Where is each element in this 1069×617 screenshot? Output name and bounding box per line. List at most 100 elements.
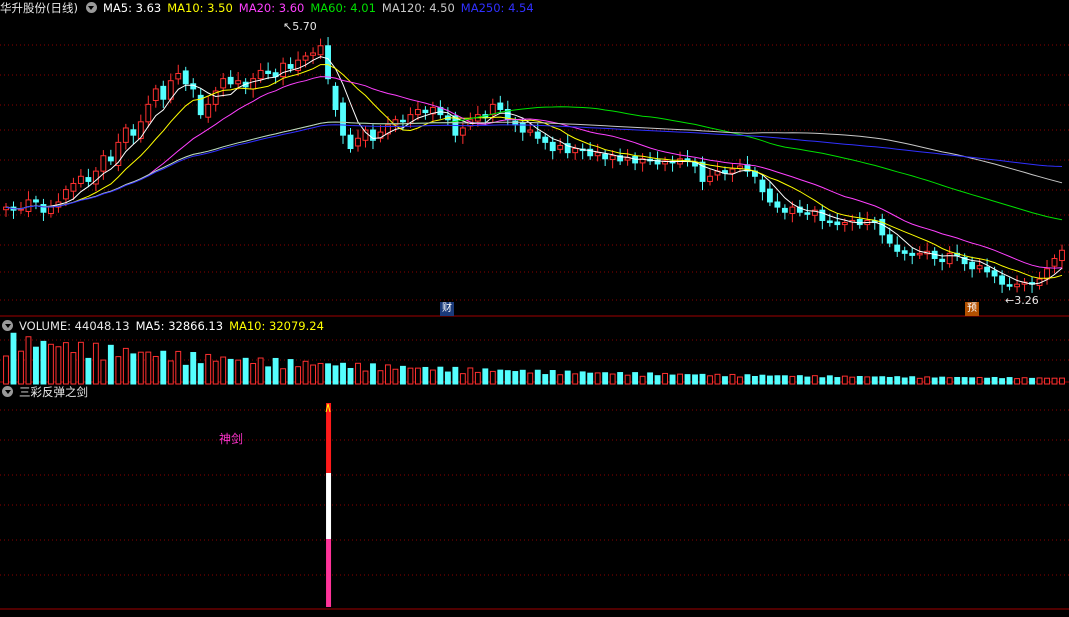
volume-bar	[317, 362, 324, 385]
volume-bar	[10, 332, 17, 385]
volume-bar	[939, 376, 946, 385]
candle-body	[355, 137, 361, 147]
volume-bar	[175, 350, 182, 385]
price-header: 华升股份(日线) MA5: 3.63 MA10: 3.50 MA20: 3.60 MA6…	[0, 0, 540, 16]
candle-body	[984, 266, 991, 273]
ma120-line	[5, 121, 1063, 210]
volume-bar	[774, 375, 781, 385]
volume-bar	[355, 362, 361, 385]
candle-body	[766, 188, 773, 203]
volume-bar	[729, 373, 736, 385]
volume-bar	[714, 373, 721, 385]
volume-bar	[984, 377, 991, 385]
candles	[3, 37, 1065, 293]
volume-header: VOLUME: 44048.13 MA5: 32866.13 MA10: 32079…	[0, 318, 330, 334]
candle-body	[489, 103, 496, 115]
candle-body	[632, 155, 639, 164]
volume-bar	[414, 367, 421, 385]
volume-bar	[819, 377, 826, 385]
candle-body	[856, 218, 863, 226]
volume-bar	[722, 376, 728, 385]
volume-bar	[519, 369, 526, 385]
candle-body	[602, 153, 609, 160]
price-chart[interactable]	[0, 0, 1069, 617]
candle-body	[414, 108, 421, 116]
stock-title: 华升股份(日线)	[0, 1, 78, 15]
candle-body	[991, 270, 998, 277]
volume-bar	[85, 357, 92, 385]
volume-ma5-label: MA5: 32866.13	[135, 319, 224, 333]
candle-body	[235, 80, 242, 85]
volume-bar	[429, 369, 436, 385]
candle-body	[257, 69, 264, 80]
volume-bar	[302, 360, 309, 385]
candle-body	[265, 70, 272, 75]
candle-body	[317, 45, 324, 56]
candle-body	[976, 265, 983, 270]
candle-body	[609, 155, 616, 161]
dropdown-icon[interactable]	[2, 386, 13, 397]
indicator-signal	[325, 403, 332, 607]
volume-bar	[849, 376, 856, 385]
volume-bar	[916, 377, 923, 385]
volume-bar	[624, 374, 631, 385]
volume-bar	[265, 366, 272, 385]
sword-segment-white	[326, 473, 332, 539]
candle-body	[729, 168, 736, 174]
volume-bar	[826, 375, 833, 385]
candle-body	[1059, 249, 1065, 262]
volume-bar	[579, 371, 586, 385]
financial-report-badge[interactable]: 财	[440, 302, 454, 316]
volume-bar	[437, 366, 444, 385]
volume-bar	[1036, 377, 1043, 385]
candle-body	[160, 85, 167, 100]
volume-bar	[1029, 377, 1035, 385]
volume-bar	[752, 375, 758, 385]
indicator-title: 三彩反弹之剑	[19, 385, 88, 399]
forecast-badge[interactable]: 预	[965, 302, 979, 316]
candle-body	[512, 120, 519, 126]
volume-bar	[542, 374, 549, 385]
candle-body	[347, 134, 354, 150]
candle-body	[459, 127, 466, 136]
volume-bar	[205, 353, 212, 385]
volume-bar	[954, 376, 961, 385]
candle-body	[422, 109, 429, 114]
volume-bar	[924, 376, 931, 385]
volume-bar	[452, 366, 459, 385]
dropdown-icon[interactable]	[85, 2, 97, 13]
volume-bar	[40, 340, 47, 385]
low-price-label: ←3.26	[1005, 294, 1039, 307]
volume-bar	[137, 351, 144, 385]
volume-bar	[617, 372, 624, 385]
volume-bar	[662, 372, 668, 385]
candle-body	[557, 144, 564, 150]
ma5-label: MA5: 3.63	[102, 1, 162, 15]
volume-bar	[781, 375, 788, 385]
dropdown-icon[interactable]	[2, 320, 13, 331]
candle-body	[48, 206, 54, 215]
candle-body	[737, 165, 743, 169]
volume-bar	[92, 342, 99, 385]
candle-body	[130, 129, 137, 136]
volume-bars	[3, 332, 1065, 385]
volume-bar	[377, 370, 384, 385]
candle-body	[40, 204, 47, 213]
volume-bar	[804, 376, 811, 385]
candle-body	[70, 182, 77, 192]
volume-bar	[33, 346, 39, 385]
indicator-header: 三彩反弹之剑	[0, 384, 94, 400]
volume-bar	[370, 363, 376, 385]
candle-body	[841, 222, 848, 226]
volume-bar	[325, 363, 331, 385]
volume-bar	[392, 368, 399, 385]
volume-bar	[190, 352, 197, 385]
volume-bar	[759, 374, 766, 385]
volume-bar	[886, 376, 893, 385]
candle-body	[542, 136, 549, 143]
candle-body	[137, 121, 144, 140]
candle-body	[789, 206, 796, 215]
candle-body	[77, 175, 84, 184]
volume-bar	[489, 370, 496, 385]
volume-bar	[572, 373, 579, 385]
